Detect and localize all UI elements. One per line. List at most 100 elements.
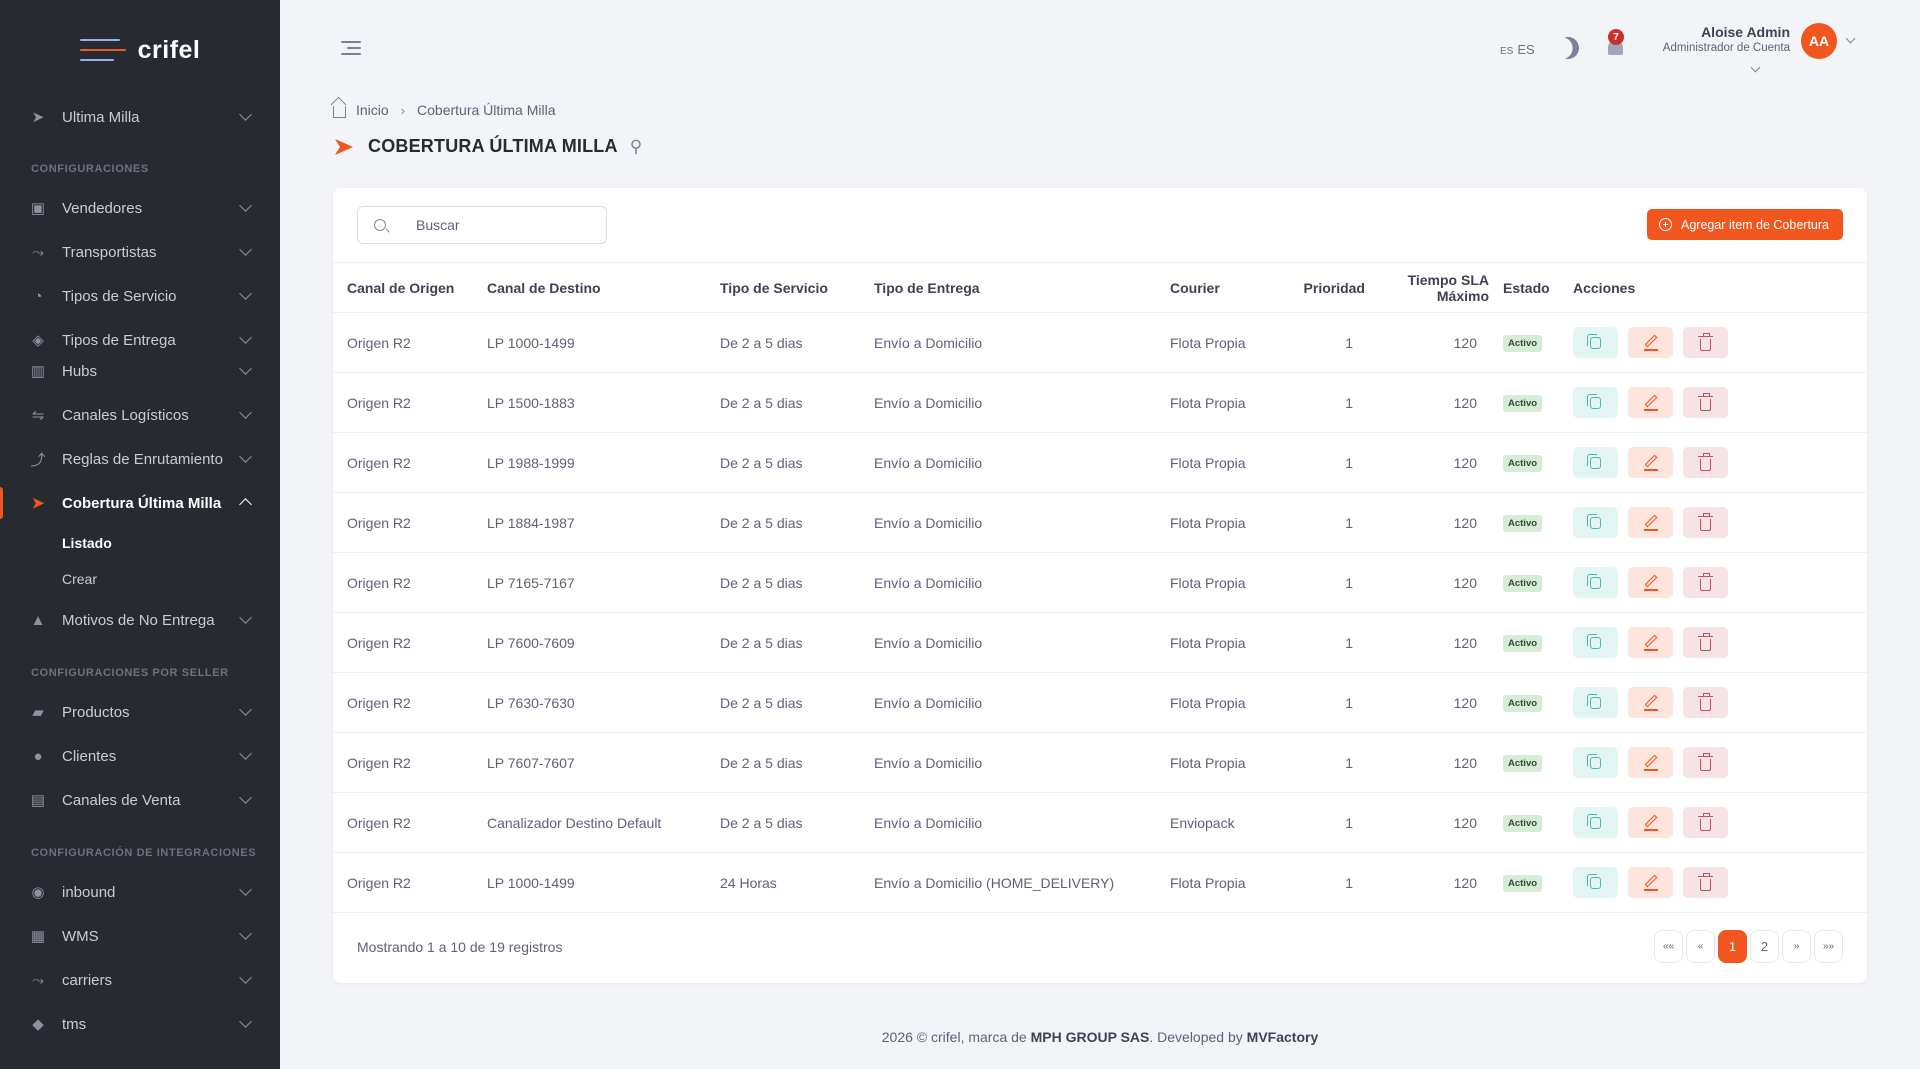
copy-button[interactable] — [1573, 867, 1618, 898]
edit-button[interactable] — [1628, 747, 1673, 778]
delete-button[interactable] — [1683, 747, 1728, 778]
column-header[interactable]: Tipo de Entrega — [874, 262, 1170, 313]
sidebar-item-tipos-servicio[interactable]: ◔ Tipos de Servicio — [0, 276, 280, 316]
copy-button[interactable] — [1573, 567, 1618, 598]
copy-button[interactable] — [1573, 447, 1618, 478]
page-prev-button[interactable]: « — [1686, 930, 1715, 963]
pin-icon[interactable]: ⚲ — [630, 137, 642, 157]
copy-button[interactable] — [1573, 507, 1618, 538]
footer-developer[interactable]: MVFactory — [1247, 1029, 1319, 1045]
sidebar-item-hubs[interactable]: ▥ Hubs — [0, 351, 280, 391]
sidebar-subitem-listado[interactable]: Listado — [62, 535, 112, 551]
edit-button[interactable] — [1628, 327, 1673, 358]
chevron-down-icon[interactable] — [1750, 62, 1761, 73]
copy-button[interactable] — [1573, 807, 1618, 838]
breadcrumb-home[interactable]: Inicio — [356, 102, 389, 118]
search-box[interactable] — [357, 206, 607, 244]
page-button-2[interactable]: 2 — [1750, 930, 1779, 963]
delete-button[interactable] — [1683, 867, 1728, 898]
language-selector[interactable]: ES ES — [1500, 42, 1535, 57]
cell-origen: Origen R2 — [333, 852, 487, 913]
cell-courier: Flota Propia — [1170, 672, 1290, 733]
column-header[interactable]: Canal de Origen — [333, 262, 487, 313]
column-header[interactable]: Prioridad — [1290, 262, 1365, 313]
copy-button[interactable] — [1573, 387, 1618, 418]
column-header[interactable]: Tiempo SLA Máximo — [1365, 262, 1489, 313]
brand-logo[interactable]: crifel — [0, 0, 280, 100]
sidebar-item-clientes[interactable]: ● Clientes — [0, 736, 280, 776]
footer-company[interactable]: MPH GROUP SAS — [1031, 1029, 1150, 1045]
coverage-table: Canal de Origen Canal de Destino Tipo de… — [333, 262, 1867, 913]
copy-icon — [1587, 753, 1601, 769]
trash-icon — [1698, 692, 1713, 711]
sidebar-item-motivos-no-entrega[interactable]: ▲ Motivos de No Entrega — [0, 600, 280, 640]
delete-button[interactable] — [1683, 447, 1728, 478]
edit-button[interactable] — [1628, 447, 1673, 478]
cell-prioridad: 1 — [1290, 372, 1365, 433]
edit-button[interactable] — [1628, 807, 1673, 838]
chevron-down-icon[interactable] — [1845, 33, 1856, 44]
cell-courier: Flota Propia — [1170, 732, 1290, 793]
sidebar-item-inbound[interactable]: ◉ inbound — [0, 872, 280, 912]
copy-button[interactable] — [1573, 327, 1618, 358]
edit-button[interactable] — [1628, 627, 1673, 658]
edit-button[interactable] — [1628, 867, 1673, 898]
edit-button[interactable] — [1628, 387, 1673, 418]
delete-button[interactable] — [1683, 387, 1728, 418]
edit-button[interactable] — [1628, 507, 1673, 538]
column-header[interactable]: Tipo de Servicio — [720, 262, 874, 313]
page-last-button[interactable]: »» — [1814, 930, 1843, 963]
add-coverage-button[interactable]: Agregar item de Cobertura — [1647, 209, 1843, 240]
copy-button[interactable] — [1573, 627, 1618, 658]
cell-estado: Activo — [1489, 792, 1573, 853]
cell-entrega: Envío a Domicilio — [874, 552, 1170, 613]
column-header[interactable]: Estado — [1489, 262, 1573, 313]
copy-button[interactable] — [1573, 747, 1618, 778]
edit-button[interactable] — [1628, 687, 1673, 718]
copy-icon — [1587, 513, 1601, 529]
delete-button[interactable] — [1683, 687, 1728, 718]
sidebar-item-reglas-enrutamiento[interactable]: ⤴ Reglas de Enrutamiento — [0, 439, 280, 479]
cell-destino: LP 7165-7167 — [487, 552, 720, 613]
user-name[interactable]: Aloise Admin — [1701, 24, 1790, 40]
edit-icon — [1643, 574, 1659, 591]
sidebar-item-canales-venta[interactable]: ▤ Canales de Venta — [0, 780, 280, 820]
column-header[interactable]: Courier — [1170, 262, 1290, 313]
page-next-button[interactable]: » — [1782, 930, 1811, 963]
delete-button[interactable] — [1683, 567, 1728, 598]
cell-origen: Origen R2 — [333, 612, 487, 673]
arrows-icon: ⇋ — [31, 407, 45, 424]
sidebar-item-canales-logisticos[interactable]: ⇋ Canales Logísticos — [0, 395, 280, 435]
box-icon: ◈ — [32, 332, 44, 349]
dark-mode-icon[interactable] — [1554, 34, 1582, 62]
sidebar-item-wms[interactable]: ▦ WMS — [0, 916, 280, 956]
status-badge: Activo — [1503, 755, 1543, 772]
delete-button[interactable] — [1683, 807, 1728, 838]
sidebar-item-productos[interactable]: ▰ Productos — [0, 692, 280, 732]
cell-entrega: Envío a Domicilio — [874, 732, 1170, 793]
copy-button[interactable] — [1573, 687, 1618, 718]
sidebar-item-ultima-milla[interactable]: ➤ Ultima Milla — [0, 97, 280, 137]
edit-button[interactable] — [1628, 567, 1673, 598]
sidebar-item-cobertura-ultima-milla[interactable]: ➤ Cobertura Última Milla — [0, 483, 280, 523]
sidebar-item-tms[interactable]: ◆ tms — [0, 1004, 280, 1044]
column-header[interactable]: Canal de Destino — [487, 262, 720, 313]
status-badge: Activo — [1503, 575, 1543, 592]
search-input[interactable] — [416, 217, 586, 233]
chevron-down-icon — [239, 971, 252, 984]
sidebar-item-transportistas[interactable]: ⤳ Transportistas — [0, 232, 280, 272]
page-button-1[interactable]: 1 — [1718, 930, 1747, 963]
sidebar-item-carriers[interactable]: ⤳ carriers — [0, 960, 280, 1000]
sidebar-item-label: Tipos de Servicio — [62, 287, 177, 305]
sidebar-item-vendedores[interactable]: ▣ Vendedores — [0, 188, 280, 228]
home-icon[interactable] — [333, 106, 346, 118]
page-first-button[interactable]: «« — [1654, 930, 1683, 963]
delete-button[interactable] — [1683, 627, 1728, 658]
delete-button[interactable] — [1683, 327, 1728, 358]
delete-button[interactable] — [1683, 507, 1728, 538]
row-actions — [1573, 447, 1867, 478]
menu-toggle-icon[interactable] — [341, 41, 361, 57]
avatar[interactable]: AA — [1801, 23, 1837, 59]
sidebar-subitem-crear[interactable]: Crear — [62, 571, 97, 587]
cell-estado: Activo — [1489, 492, 1573, 553]
